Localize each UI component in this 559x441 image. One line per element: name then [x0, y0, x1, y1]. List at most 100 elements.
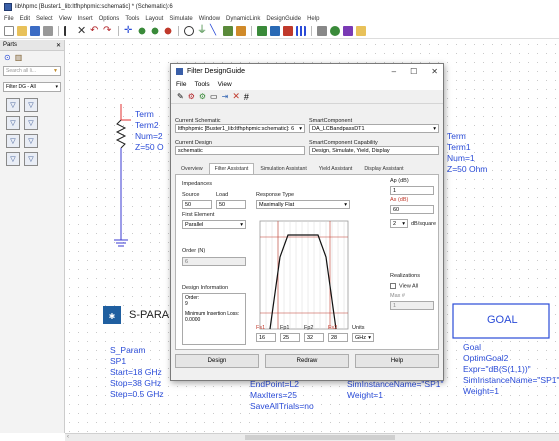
- zoom-fit-icon[interactable]: [163, 26, 173, 36]
- horizontal-scrollbar[interactable]: ‹: [65, 433, 559, 441]
- close-icon[interactable]: ✕: [431, 67, 438, 76]
- scroll-left-icon[interactable]: ‹: [67, 434, 69, 440]
- menu-help[interactable]: Help: [307, 16, 319, 22]
- zoom-out-icon[interactable]: [150, 26, 160, 36]
- palette-filter-icon[interactable]: ▽: [24, 116, 38, 130]
- palette-filter-icon[interactable]: ▽: [24, 98, 38, 112]
- smart-component-select[interactable]: DA_LCBandpassDT1 ▾: [309, 124, 439, 133]
- maximize-icon[interactable]: ☐: [410, 67, 417, 76]
- dialog-menu-file[interactable]: File: [176, 81, 186, 88]
- first-element-select[interactable]: Parallel ▾: [182, 220, 246, 229]
- print-icon[interactable]: [43, 26, 53, 36]
- fs1-input[interactable]: 16: [256, 333, 276, 342]
- port-icon[interactable]: [184, 26, 194, 36]
- tab-yield-assistant[interactable]: Yield Assistant: [313, 163, 359, 174]
- select-icon[interactable]: [64, 26, 74, 36]
- undo-icon[interactable]: ↶: [90, 26, 100, 36]
- response-type-select[interactable]: Maximally Flat ▾: [256, 200, 350, 209]
- order-input[interactable]: 6: [182, 257, 246, 266]
- goal1-block[interactable]: SimInstanceName="SP1" Weight=1: [347, 379, 444, 401]
- checkbox-box[interactable]: [390, 283, 396, 289]
- gear-icon[interactable]: [330, 26, 340, 36]
- menu-select[interactable]: Select: [36, 16, 53, 22]
- add-icon[interactable]: ⇥: [222, 92, 229, 101]
- help-button[interactable]: Help: [355, 354, 439, 368]
- ap-input[interactable]: 1: [390, 186, 434, 195]
- palette-filter-icon[interactable]: ▽: [24, 152, 38, 166]
- fp1-input[interactable]: 25: [280, 333, 300, 342]
- parts-search-input[interactable]: Search all li... ▼: [3, 66, 61, 76]
- component-icon[interactable]: [223, 26, 233, 36]
- zoom-in-icon[interactable]: [137, 26, 147, 36]
- menu-view[interactable]: View: [59, 16, 72, 22]
- term1-block[interactable]: Term Term1 Num=1 Z=50 Ohm: [447, 131, 487, 175]
- optim-block[interactable]: EndPoint=L2 MaxIters=25 SaveAllTrials=no: [250, 379, 314, 412]
- fp2-input[interactable]: 32: [304, 333, 324, 342]
- history-icon[interactable]: ⊙: [4, 53, 11, 62]
- tab-display-assistant[interactable]: Display Assistant: [358, 163, 409, 174]
- layout-icon[interactable]: [283, 26, 293, 36]
- palette-filter-icon[interactable]: ▽: [6, 98, 20, 112]
- library-icon[interactable]: ▥: [15, 53, 23, 62]
- palette-filter-icon[interactable]: ▽: [6, 116, 20, 130]
- goal2-block[interactable]: Goal OptimGoal2 Expr="dB(S(1,1))" SimIns…: [463, 342, 559, 397]
- design-button[interactable]: Design: [175, 354, 259, 368]
- menu-window[interactable]: Window: [199, 16, 220, 22]
- tab-filter-assistant[interactable]: Filter Assistant: [208, 163, 255, 174]
- sparam-title[interactable]: S-PARA: [129, 310, 169, 321]
- tab-simulation-assistant[interactable]: Simulation Assistant: [254, 163, 312, 174]
- redraw-button[interactable]: Redraw: [265, 354, 349, 368]
- dialog-menu-tools[interactable]: Tools: [194, 81, 209, 88]
- gear-icon[interactable]: ⚙: [188, 92, 195, 101]
- window-icon[interactable]: ▭: [210, 92, 218, 101]
- current-schematic-select[interactable]: ltfhphpmic [Buster1_lib:ltfhphpmic:schem…: [175, 124, 305, 133]
- menu-options[interactable]: Options: [99, 16, 120, 22]
- delete-icon[interactable]: ✕: [232, 91, 240, 102]
- menu-dynamiclink[interactable]: DynamicLink: [226, 16, 260, 22]
- load-input[interactable]: 50: [216, 200, 246, 209]
- max-input[interactable]: 1: [390, 301, 434, 310]
- menu-insert[interactable]: Insert: [78, 16, 93, 22]
- wire-icon[interactable]: ╲: [210, 26, 220, 36]
- filter-icon[interactable]: ▼: [53, 68, 58, 74]
- view-all-checkbox[interactable]: View All: [390, 283, 418, 289]
- palette-select[interactable]: Filter DG - All ▾: [3, 82, 61, 92]
- pin-icon[interactable]: [343, 26, 353, 36]
- palette-filter-icon[interactable]: ▽: [24, 134, 38, 148]
- grid-icon[interactable]: #: [244, 92, 249, 102]
- dialog-menu-view[interactable]: View: [218, 81, 232, 88]
- designguide-icon[interactable]: [356, 26, 366, 36]
- fs2-input[interactable]: 28: [328, 333, 348, 342]
- goal-title[interactable]: GOAL: [487, 315, 518, 326]
- menu-tools[interactable]: Tools: [125, 16, 139, 22]
- new-icon[interactable]: [4, 26, 14, 36]
- save-icon[interactable]: [30, 26, 40, 36]
- redo-icon[interactable]: ↷: [103, 26, 113, 36]
- menu-layout[interactable]: Layout: [145, 16, 163, 22]
- sparam-block[interactable]: S_Param SP1 Start=18 GHz Stop=38 GHz Ste…: [110, 345, 164, 400]
- tab-overview[interactable]: Overview: [175, 163, 209, 174]
- db-square-select[interactable]: 2 ▾: [390, 219, 408, 228]
- as-input[interactable]: 60: [390, 205, 434, 214]
- move-icon[interactable]: ✛: [124, 26, 134, 36]
- menu-simulate[interactable]: Simulate: [169, 16, 192, 22]
- scroll-thumb[interactable]: [245, 435, 395, 440]
- palette-filter-icon[interactable]: ▽: [6, 134, 20, 148]
- simulate-icon[interactable]: [257, 26, 267, 36]
- tune-icon[interactable]: [236, 26, 246, 36]
- units-select[interactable]: GHz ▾: [352, 333, 374, 342]
- delete-icon[interactable]: ✕: [77, 26, 87, 37]
- menu-edit[interactable]: Edit: [20, 16, 30, 22]
- edit-icon[interactable]: ✎: [177, 92, 184, 101]
- open-icon[interactable]: [17, 26, 27, 36]
- ground-icon[interactable]: ⏚: [197, 26, 207, 36]
- palette-filter-icon[interactable]: ▽: [6, 152, 20, 166]
- generate-icon[interactable]: [317, 26, 327, 36]
- menu-file[interactable]: File: [4, 16, 14, 22]
- optimize-icon[interactable]: [270, 26, 280, 36]
- component-icon[interactable]: ⚙: [199, 92, 206, 101]
- minimize-icon[interactable]: –: [392, 67, 396, 76]
- menu-designguide[interactable]: DesignGuide: [266, 16, 301, 22]
- grid-icon[interactable]: [296, 26, 306, 36]
- term2-block[interactable]: Term Term2 Num=2 Z=50 O: [135, 109, 164, 153]
